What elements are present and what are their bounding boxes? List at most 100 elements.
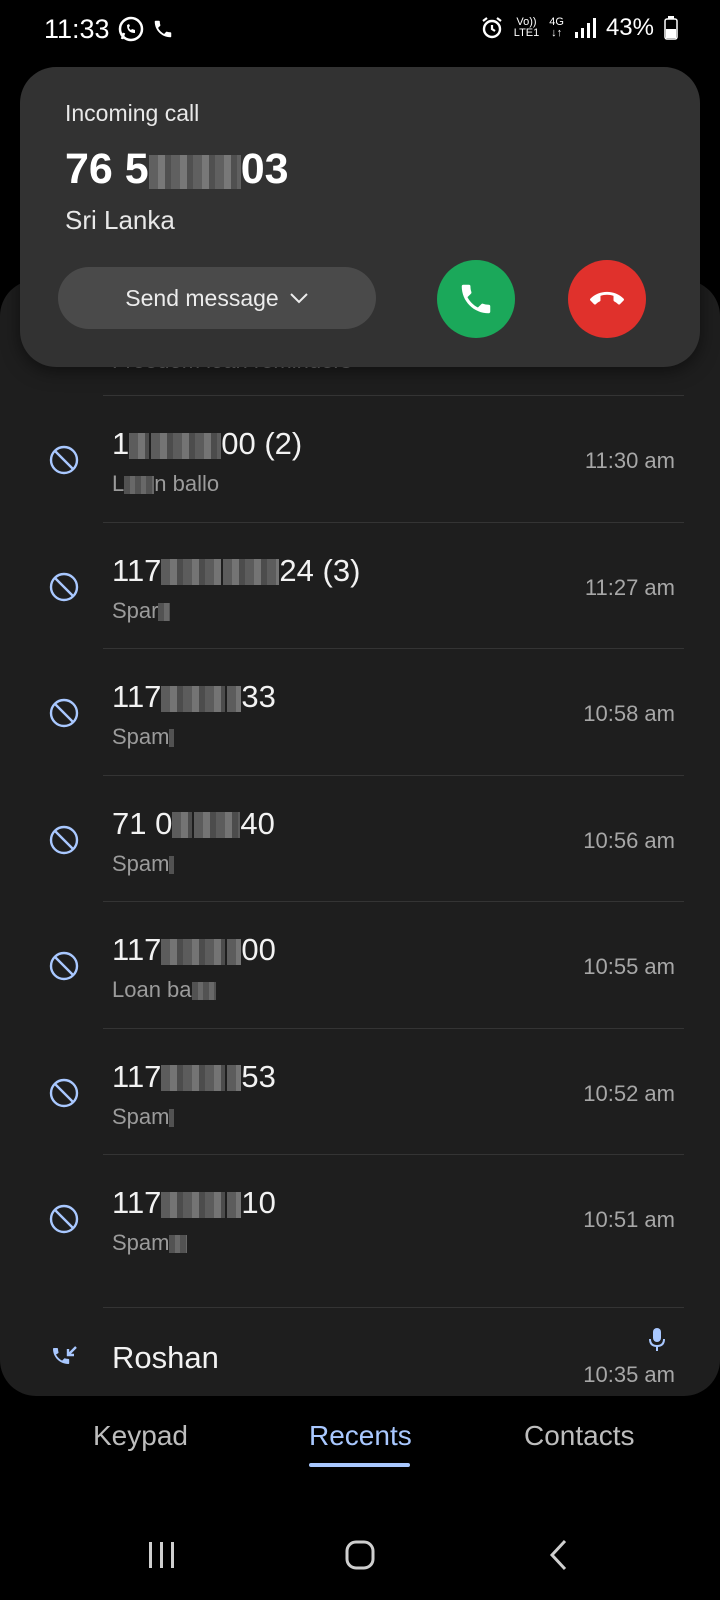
number-end: 00 <box>241 932 276 967</box>
caller-number: 117 00 <box>112 932 276 968</box>
row-divider <box>103 774 684 776</box>
call-time: 10:55 am <box>583 954 675 979</box>
signal-icon <box>574 18 596 38</box>
caller-label: Ln ballo <box>112 471 220 496</box>
home-button[interactable] <box>335 1530 385 1580</box>
block-icon <box>49 445 79 475</box>
accept-call-icon <box>461 284 491 314</box>
number-end: 33 <box>241 679 276 714</box>
recent-apps-button[interactable] <box>137 1530 187 1580</box>
row-divider <box>103 395 684 396</box>
redacted-digits <box>223 559 280 586</box>
send-message-button[interactable]: Send message <box>58 267 376 329</box>
incoming-call-number: 76 5 03 <box>65 145 289 193</box>
system-navigation-bar <box>0 1530 720 1580</box>
redacted-digits <box>172 812 193 839</box>
number-end: 00 (2) <box>221 426 303 461</box>
network-indicator: 4G ↓↑ <box>549 16 564 39</box>
redacted-digits <box>227 1191 242 1218</box>
row-divider <box>103 1027 684 1029</box>
redacted-digits <box>227 938 242 965</box>
call-time: 10:35 am <box>583 1362 675 1387</box>
number-end: 10 <box>241 1185 276 1220</box>
home-icon <box>345 1540 375 1570</box>
call-log-row[interactable]: 117 00 Loan ba 10:55 am <box>0 901 720 1030</box>
row-divider <box>103 1154 684 1155</box>
caller-label: Spam <box>112 1230 188 1256</box>
recent-apps-icon <box>149 1542 174 1568</box>
number-start: 117 <box>112 1058 162 1094</box>
redacted-text <box>158 602 171 621</box>
recents-list[interactable]: Freedom loan reminders 100 (2)Ln ballo11… <box>0 280 720 1396</box>
active-tab-indicator <box>309 1463 410 1467</box>
row-divider <box>103 521 684 523</box>
redacted-text <box>169 729 175 748</box>
caller-number: 117 24 (3) <box>112 553 360 589</box>
caller-label: Spam <box>112 1104 175 1130</box>
redacted-digits <box>161 685 226 712</box>
back-button[interactable] <box>533 1530 583 1580</box>
caller-number: 71 0 40 <box>112 806 275 842</box>
call-time: 11:30 am <box>584 448 675 473</box>
redacted-digits <box>129 432 150 459</box>
accept-call-button[interactable] <box>437 260 515 338</box>
redacted-digits <box>161 559 222 586</box>
caller-label: Spam <box>112 851 175 877</box>
block-icon <box>49 825 79 854</box>
number-start: 71 0 <box>112 805 173 841</box>
call-time: 10:52 am <box>583 1080 675 1106</box>
tab-recents[interactable]: Recents <box>309 1420 412 1452</box>
decline-call-icon <box>590 291 624 305</box>
status-left-icons <box>118 16 174 42</box>
incoming-call-title: Incoming call <box>65 100 200 126</box>
contact-name: Roshan <box>112 1340 219 1375</box>
redacted-text <box>169 855 175 874</box>
call-time: 10:51 am <box>583 1207 675 1232</box>
caller-label: Spam <box>112 724 175 750</box>
call-log-row[interactable]: 117 33 Spam 10:58 am <box>0 648 720 777</box>
redacted-digits <box>161 938 226 965</box>
phone-icon <box>154 20 172 38</box>
caller-label: Spar <box>112 598 171 624</box>
caller-number: 117 33 <box>112 679 276 715</box>
number-start: 117 <box>112 679 162 714</box>
incoming-call-notification[interactable]: Incoming call 76 5 03 Sri Lanka Send mess… <box>20 67 700 367</box>
call-log-row[interactable]: 71 0 40 Spam 10:56 am <box>0 774 720 904</box>
redacted-digits <box>148 154 241 189</box>
call-log-row[interactable]: 1 00 (2) Ln ballo 11:30 am <box>0 395 720 524</box>
block-icon <box>49 1204 79 1234</box>
number-start: 117 <box>112 1185 162 1220</box>
caller-number: 1 00 (2) <box>112 426 302 462</box>
call-log-row[interactable]: 117 53 Spam 10:52 am <box>0 1027 720 1157</box>
tab-keypad[interactable]: Keypad <box>93 1420 188 1452</box>
send-message-label: Send message <box>125 284 279 311</box>
battery-percentage: 43% <box>605 14 654 41</box>
number-start: 117 <box>112 932 162 967</box>
whatsapp-icon <box>118 16 144 42</box>
volte-indicator: Vo)) LTE1 <box>513 16 540 39</box>
redacted-digits <box>161 1191 226 1218</box>
redacted-text <box>169 1235 188 1254</box>
call-time: 10:58 am <box>583 701 675 726</box>
call-log-row[interactable]: 117 10 Spam 10:51 am <box>0 1154 720 1283</box>
call-log-row[interactable]: 117 24 (3) Spar 11:27 am <box>0 521 720 651</box>
row-divider <box>103 901 684 902</box>
call-time: 11:27 am <box>584 574 675 600</box>
decline-call-button[interactable] <box>568 260 646 338</box>
chevron-down-icon <box>290 293 308 304</box>
redacted-text <box>124 476 155 495</box>
tab-contacts[interactable]: Contacts <box>524 1420 635 1452</box>
status-bar: 11:33 Vo)) LTE1 4G ↓↑ 43% <box>0 0 720 62</box>
call-log-row-roshan[interactable]: Roshan 10:35 am <box>0 1307 720 1396</box>
number-end: 24 (3) <box>279 552 361 588</box>
status-time: 11:33 <box>44 14 110 44</box>
number-start: 1 <box>112 426 130 461</box>
caller-number: 117 10 <box>112 1185 276 1221</box>
back-icon <box>549 1539 567 1571</box>
redacted-text <box>191 982 216 1001</box>
mic-icon <box>649 1328 665 1351</box>
bottom-tab-bar: Keypad Recents Contacts <box>0 1420 720 1480</box>
redacted-digits <box>151 432 222 459</box>
block-icon <box>49 951 79 981</box>
redacted-digits <box>194 812 241 839</box>
